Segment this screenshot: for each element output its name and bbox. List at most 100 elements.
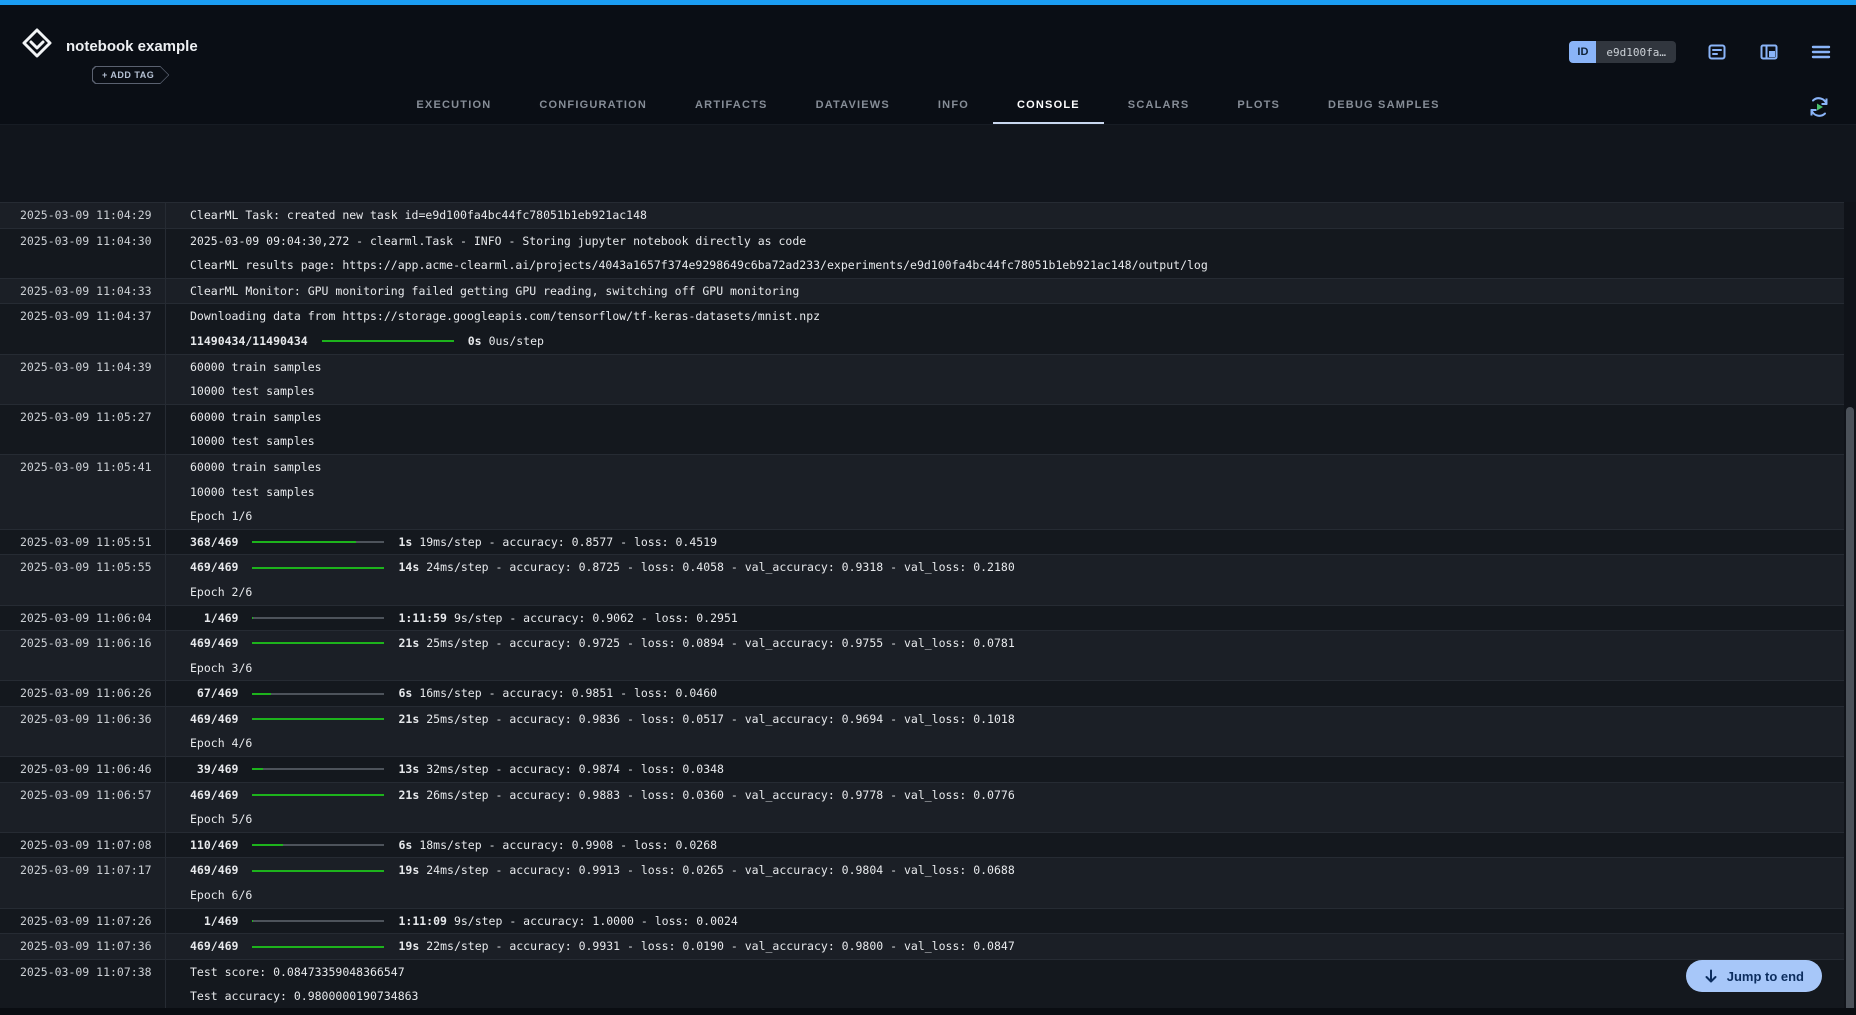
tab-artifacts[interactable]: ARTIFACTS — [671, 88, 792, 124]
log-line: Test accuracy: 0.9800000190734863 — [166, 984, 1856, 1008]
tab-debug-samples[interactable]: DEBUG SAMPLES — [1304, 88, 1464, 124]
log-group: 2025-03-09 11:07:38Test score: 0.0847335… — [0, 960, 1856, 1008]
progress-metrics: 24ms/step - accuracy: 0.9913 - loss: 0.0… — [426, 858, 1015, 883]
console-log: 2025-03-09 11:04:29ClearML Task: created… — [0, 202, 1856, 1008]
console-toolbar: Hostname:6ffe38b980da Download full log — [0, 125, 1856, 202]
log-timestamp: 2025-03-09 11:06:36 — [0, 707, 166, 756]
menu-icon[interactable] — [1810, 41, 1832, 63]
tab-console[interactable]: CONSOLE — [993, 88, 1104, 124]
progress-time: 1s — [398, 530, 412, 555]
log-group: 2025-03-09 11:07:26 1/4691:11:099s/step … — [0, 909, 1856, 935]
tab-info[interactable]: INFO — [914, 88, 993, 124]
progress-count: 469/469 — [190, 555, 238, 580]
log-timestamp: 2025-03-09 11:05:41 — [0, 455, 166, 529]
progress-time: 19s — [398, 934, 419, 959]
log-line: 469/46914s24ms/step - accuracy: 0.8725 -… — [166, 555, 1856, 580]
progress-time: 13s — [398, 757, 419, 782]
log-timestamp: 2025-03-09 11:06:46 — [0, 757, 166, 782]
log-group: 2025-03-09 11:06:26 67/4696s16ms/step - … — [0, 681, 1856, 707]
progress-bar — [252, 920, 384, 922]
log-messages: ClearML Monitor: GPU monitoring failed g… — [166, 279, 1856, 304]
progress-time: 21s — [398, 631, 419, 656]
progress-metrics: 19ms/step - accuracy: 0.8577 - loss: 0.4… — [419, 530, 717, 555]
scrollbar-thumb[interactable] — [1846, 407, 1854, 1015]
log-group: 2025-03-09 11:06:57469/46921s26ms/step -… — [0, 783, 1856, 833]
progress-count: 1/469 — [190, 909, 238, 934]
progress-count: 469/469 — [190, 858, 238, 883]
progress-metrics: 25ms/step - accuracy: 0.9725 - loss: 0.0… — [426, 631, 1015, 656]
log-messages: 2025-03-09 09:04:30,272 - clearml.Task -… — [166, 229, 1856, 278]
progress-bar — [252, 794, 384, 796]
progress-metrics: 22ms/step - accuracy: 0.9931 - loss: 0.0… — [426, 934, 1015, 959]
log-line: 1/4691:11:599s/step - accuracy: 0.9062 -… — [166, 606, 1856, 631]
jump-to-end-button[interactable]: Jump to end — [1686, 960, 1822, 992]
log-group: 2025-03-09 11:06:16 469/469 21s 25ms/step -… — [0, 631, 1856, 681]
log-group: 2025-03-09 11:05:51368/4691s19ms/step - … — [0, 530, 1856, 556]
progress-bar-fill — [252, 693, 271, 695]
progress-time: 14s — [398, 555, 419, 580]
log-line: Epoch 6/6 — [166, 883, 1856, 908]
log-line: ClearML Monitor: GPU monitoring failed g… — [166, 279, 1856, 304]
tab-scalars[interactable]: SCALARS — [1104, 88, 1214, 124]
comments-icon[interactable] — [1706, 41, 1728, 63]
progress-metrics: 9s/step - accuracy: 1.0000 - loss: 0.002… — [454, 909, 738, 934]
tab-plots[interactable]: PLOTS — [1213, 88, 1304, 124]
log-timestamp: 2025-03-09 11:06:04 — [0, 606, 166, 631]
task-id-badge[interactable]: ID e9d100fa… — [1569, 41, 1676, 63]
log-line: Test score: 0.08473359048366547 — [166, 960, 1856, 985]
log-timestamp: 2025-03-09 11:04:30 — [0, 229, 166, 278]
log-messages: 39/46913s32ms/step - accuracy: 0.9874 - … — [166, 757, 1856, 782]
log-timestamp: 2025-03-09 11:04:37 — [0, 304, 166, 353]
details-panel-icon[interactable] — [1758, 41, 1780, 63]
tab-execution[interactable]: EXECUTION — [392, 88, 515, 124]
log-messages: Test score: 0.08473359048366547Test accu… — [166, 960, 1856, 1008]
log-line: Epoch 2/6 — [166, 580, 1856, 605]
progress-bar — [252, 718, 384, 720]
log-line: 10000 test samples — [166, 379, 1856, 404]
log-line: 1/4691:11:099s/step - accuracy: 1.0000 -… — [166, 909, 1856, 934]
progress-count: 469/469 — [190, 631, 238, 656]
progress-time: 21s — [398, 707, 419, 732]
progress-bar — [252, 768, 384, 770]
add-tag-button[interactable]: + ADD TAG — [92, 66, 169, 84]
auto-refresh-icon[interactable] — [1806, 94, 1832, 125]
progress-bar — [252, 617, 384, 619]
clearml-task-window: COMPLETED notebook example + ADD TAG ID … — [0, 0, 1856, 1015]
log-line: 10000 test samples — [166, 480, 1856, 505]
progress-metrics: 32ms/step - accuracy: 0.9874 - loss: 0.0… — [426, 757, 724, 782]
progress-bar-fill — [252, 794, 384, 796]
log-group: 2025-03-09 11:04:302025-03-09 09:04:30,2… — [0, 229, 1856, 279]
log-group: 2025-03-09 11:06:36469/46921s25ms/step -… — [0, 707, 1856, 757]
log-messages: 469/46914s24ms/step - accuracy: 0.8725 -… — [166, 555, 1856, 604]
log-timestamp: 2025-03-09 11:06:57 — [0, 783, 166, 832]
progress-bar-fill — [322, 340, 454, 342]
log-line: Epoch 5/6 — [166, 807, 1856, 832]
log-timestamp: 2025-03-09 11:06:16 — [0, 631, 166, 680]
scrollbar-track[interactable] — [1844, 202, 1856, 1015]
log-timestamp: 2025-03-09 11:05:55 — [0, 555, 166, 604]
log-messages: 368/4691s19ms/step - accuracy: 0.8577 - … — [166, 530, 1856, 555]
log-messages: 67/4696s16ms/step - accuracy: 0.9851 - l… — [166, 681, 1856, 706]
log-line: 67/4696s16ms/step - accuracy: 0.9851 - l… — [166, 681, 1856, 706]
log-messages: 60000 train samples10000 test samples — [166, 355, 1856, 404]
progress-time: 0s — [468, 329, 482, 354]
tab-configuration[interactable]: CONFIGURATION — [515, 88, 671, 124]
progress-bar-fill — [252, 870, 384, 872]
tab-dataviews[interactable]: DATAVIEWS — [792, 88, 914, 124]
log-timestamp: 2025-03-09 11:04:29 — [0, 203, 166, 228]
task-title: notebook example — [66, 38, 198, 55]
progress-metrics: 16ms/step - accuracy: 0.9851 - loss: 0.0… — [419, 681, 717, 706]
log-line: 469/46921s25ms/step - accuracy: 0.9836 -… — [166, 707, 1856, 732]
log-messages: ClearML Task: created new task id=e9d100… — [166, 203, 1856, 228]
log-messages: 60000 train samples10000 test samplesEpo… — [166, 455, 1856, 529]
log-messages: 110/4696s18ms/step - accuracy: 0.9908 - … — [166, 833, 1856, 858]
progress-time: 19s — [398, 858, 419, 883]
progress-count: 67/469 — [190, 681, 238, 706]
progress-metrics: 26ms/step - accuracy: 0.9883 - loss: 0.0… — [426, 783, 1015, 808]
progress-bar-fill — [252, 718, 384, 720]
log-messages: 469/46921s26ms/step - accuracy: 0.9883 -… — [166, 783, 1856, 832]
progress-bar — [322, 340, 454, 342]
progress-bar — [252, 541, 384, 543]
log-line: 60000 train samples — [166, 455, 1856, 480]
log-line: 60000 train samples — [166, 405, 1856, 430]
